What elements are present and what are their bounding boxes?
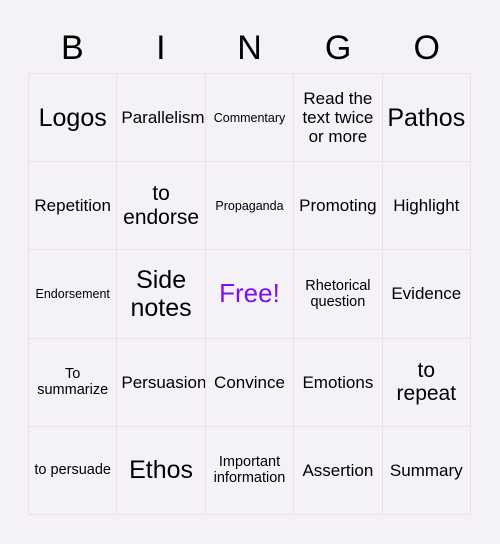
bingo-cell-r5-c5[interactable]: Summary <box>382 426 471 515</box>
bingo-cell-r4-c5[interactable]: to repeat <box>382 338 471 427</box>
bingo-cell-r1-c3[interactable]: Commentary <box>205 74 295 163</box>
bingo-header-letter-g: G <box>324 28 352 67</box>
bingo-cell-r2-c5[interactable]: Highlight <box>382 162 471 251</box>
bingo-cell-r5-c2[interactable]: Ethos <box>117 426 206 515</box>
bingo-cell-r5-c3[interactable]: Important information <box>205 426 295 515</box>
bingo-cell-label: Ethos <box>129 456 194 485</box>
bingo-cell-label: Parallelism <box>121 108 205 128</box>
bingo-cell-r2-c1[interactable]: Repetition <box>29 162 118 251</box>
bingo-cell-r1-c4[interactable]: Read the text twice or more <box>294 74 383 163</box>
bingo-free-space-label: Free! <box>219 278 280 309</box>
bingo-cell-label: Persuasion <box>121 372 206 392</box>
bingo-cell-r3-c1[interactable]: Endorsement <box>29 250 118 339</box>
bingo-cell-r2-c4[interactable]: Promoting <box>294 162 383 251</box>
bingo-cell-label: to persuade <box>34 462 111 479</box>
bingo-header-letter-n: N <box>237 28 262 67</box>
bingo-cell-label: Rhetorical question <box>305 277 371 310</box>
bingo-free-space-cell[interactable]: Free! <box>205 250 295 339</box>
bingo-cell-r3-c5[interactable]: Evidence <box>382 250 471 339</box>
bingo-cell-r1-c5[interactable]: Pathos <box>382 74 471 163</box>
bingo-cell-r1-c1[interactable]: Logos <box>29 74 118 163</box>
bingo-cell-r1-c2[interactable]: Parallelism <box>117 74 206 163</box>
bingo-cell-r3-c2[interactable]: Side notes <box>117 250 206 339</box>
bingo-cell-label: Pathos <box>387 103 466 132</box>
bingo-cell-label: Read the text twice or more <box>302 89 374 147</box>
bingo-header-letter-b: B <box>60 28 84 67</box>
bingo-cell-r3-c4[interactable]: Rhetorical question <box>294 250 383 339</box>
bingo-cell-label: Promoting <box>299 196 377 216</box>
bingo-cell-label: Convince <box>214 372 285 392</box>
bingo-cell-label: Summary <box>389 460 463 480</box>
bingo-header-letter-i: I <box>156 28 166 67</box>
bingo-cell-label: Highlight <box>393 196 460 216</box>
bingo-cell-r2-c2[interactable]: to endorse <box>117 162 206 251</box>
bingo-cell-r4-c1[interactable]: To summarize <box>29 338 118 427</box>
bingo-cell-r4-c3[interactable]: Convince <box>205 338 295 427</box>
bingo-cell-label: To summarize <box>37 365 109 399</box>
bingo-cell-label: Commentary <box>213 110 286 125</box>
bingo-cell-r4-c2[interactable]: Persuasion <box>117 338 206 427</box>
bingo-cell-label: to repeat <box>396 358 457 406</box>
bingo-header: BINGO <box>28 22 471 73</box>
bingo-cell-label: Assertion <box>302 460 374 480</box>
bingo-cell-label: Emotions <box>302 372 374 392</box>
bingo-cell-label: Repetition <box>34 196 111 216</box>
bingo-grid: Logos Parallelism Commentary Read the text … <box>28 73 471 515</box>
bingo-cell-label: Propaganda <box>215 198 284 213</box>
bingo-cell-r2-c3[interactable]: Propaganda <box>205 162 295 251</box>
bingo-cell-label: to endorse <box>123 182 200 229</box>
bingo-card: B I N G O Logos Parallelism Commentary Read the… <box>0 0 500 544</box>
bingo-cell-label: Important information <box>213 454 286 487</box>
bingo-cell-label: Side notes <box>130 265 192 322</box>
bingo-cell-label: Evidence <box>391 284 462 304</box>
bingo-cell-r5-c4[interactable]: Assertion <box>294 426 383 515</box>
bingo-cell-r4-c4[interactable]: Emotions <box>294 338 383 427</box>
bingo-header-letter-o: O <box>413 28 440 67</box>
bingo-cell-r5-c1[interactable]: to persuade <box>29 426 118 515</box>
bingo-cell-label: Logos <box>38 103 107 132</box>
bingo-cell-label: Endorsement <box>35 286 110 301</box>
